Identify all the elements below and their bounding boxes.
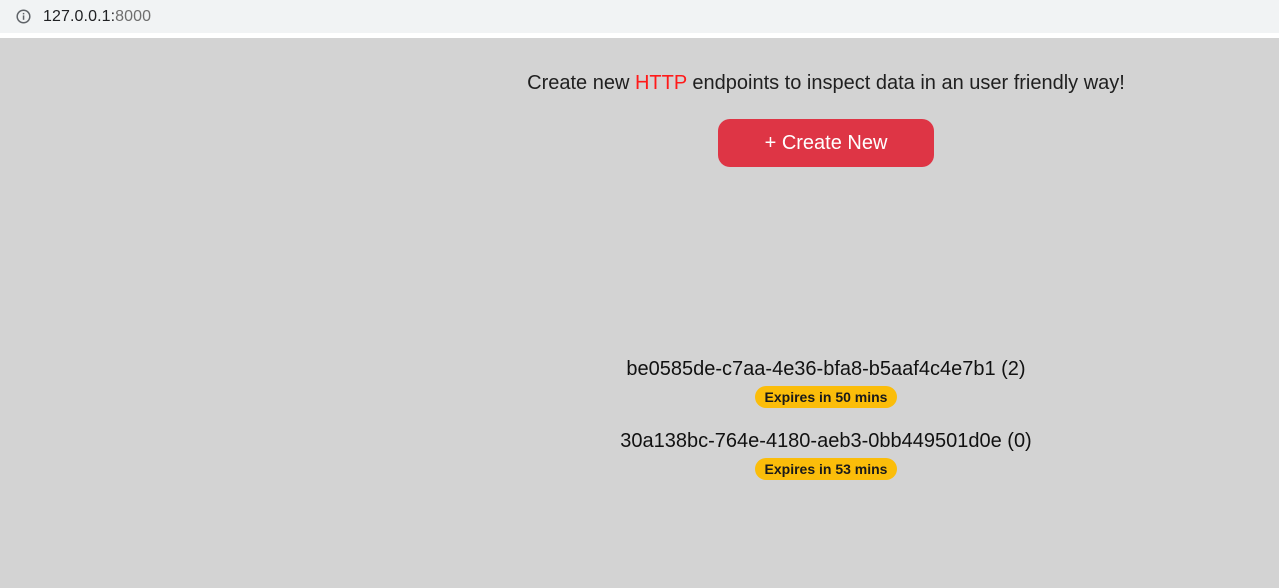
page-content: Create new HTTP endpoints to inspect dat… <box>0 38 1279 588</box>
list-item: be0585de-c7aa-4e36-bfa8-b5aaf4c4e7b1 (2)… <box>376 357 1276 429</box>
create-new-button[interactable]: + Create New <box>718 119 934 167</box>
url-text[interactable]: 127.0.0.1:8000 <box>43 8 151 26</box>
tagline: Create new HTTP endpoints to inspect dat… <box>376 72 1276 95</box>
list-item: 30a138bc-764e-4180-aeb3-0bb449501d0e (0)… <box>376 429 1276 501</box>
tagline-before: Create new <box>527 72 635 94</box>
url-port: 8000 <box>115 7 152 25</box>
tagline-after: endpoints to inspect data in an user fri… <box>686 72 1125 94</box>
address-bar[interactable]: 127.0.0.1:8000 <box>0 0 1279 33</box>
endpoint-title[interactable]: 30a138bc-764e-4180-aeb3-0bb449501d0e (0) <box>620 429 1031 453</box>
url-host: 127.0.0.1: <box>43 7 116 25</box>
info-circle-icon[interactable] <box>16 9 31 24</box>
endpoint-list: be0585de-c7aa-4e36-bfa8-b5aaf4c4e7b1 (2)… <box>376 357 1276 501</box>
tagline-accent: HTTP <box>634 72 687 94</box>
expiry-badge: Expires in 53 mins <box>754 458 898 480</box>
expiry-badge: Expires in 50 mins <box>754 386 898 408</box>
endpoint-title[interactable]: be0585de-c7aa-4e36-bfa8-b5aaf4c4e7b1 (2) <box>626 357 1025 381</box>
